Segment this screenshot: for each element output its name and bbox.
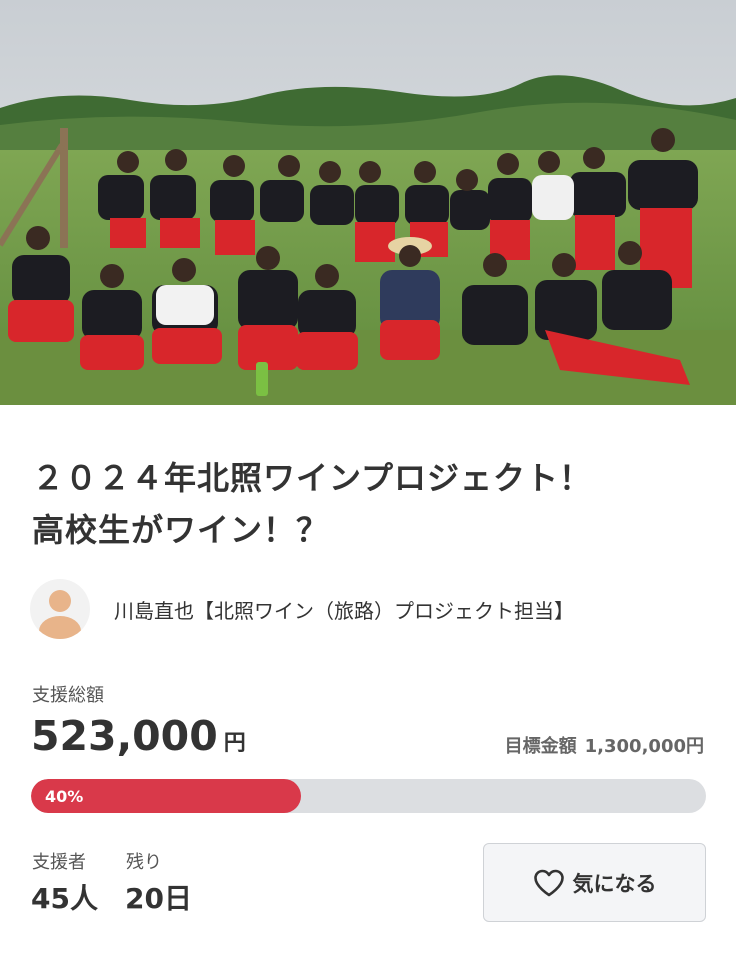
goal-label: 目標金額 bbox=[504, 736, 577, 757]
total-support-amount: 523,000 円 bbox=[31, 712, 246, 760]
user-silhouette-icon bbox=[30, 579, 90, 639]
project-owner[interactable]: 川島直也【北照ワイン（旅路）プロジェクト担当】 bbox=[30, 578, 574, 640]
supporters-value: 45人 bbox=[31, 882, 98, 915]
goal-value: 1,300,000円 bbox=[584, 736, 704, 757]
funding-progress-fill: 40% bbox=[31, 779, 301, 813]
funding-progress-bar: 40% bbox=[31, 779, 706, 813]
project-title: ２０２４年北照ワインプロジェクト！ 高校生がワイン！？ bbox=[32, 452, 712, 556]
project-hero-image bbox=[0, 0, 736, 405]
project-title-line1: ２０２４年北照ワインプロジェクト！ bbox=[32, 459, 593, 497]
total-support-label: 支援総額 bbox=[32, 685, 104, 706]
progress-percent: 40% bbox=[45, 786, 84, 806]
favorite-button[interactable]: 気になる bbox=[483, 843, 706, 922]
owner-name[interactable]: 川島直也【北照ワイン（旅路）プロジェクト担当】 bbox=[114, 595, 574, 624]
remaining-value: 20日 bbox=[125, 882, 192, 915]
favorite-button-label: 気になる bbox=[572, 871, 657, 896]
supporters-label: 支援者 bbox=[32, 852, 86, 873]
goal-amount: 目標金額 1,300,000円 bbox=[505, 732, 704, 758]
group-photo-illustration bbox=[0, 0, 736, 405]
project-title-line2: 高校生がワイン！？ bbox=[32, 511, 330, 549]
heart-icon bbox=[533, 869, 564, 896]
remaining-label: 残り bbox=[126, 852, 162, 873]
total-amount-value: 523,000 bbox=[31, 712, 218, 760]
currency-unit: 円 bbox=[223, 731, 246, 756]
